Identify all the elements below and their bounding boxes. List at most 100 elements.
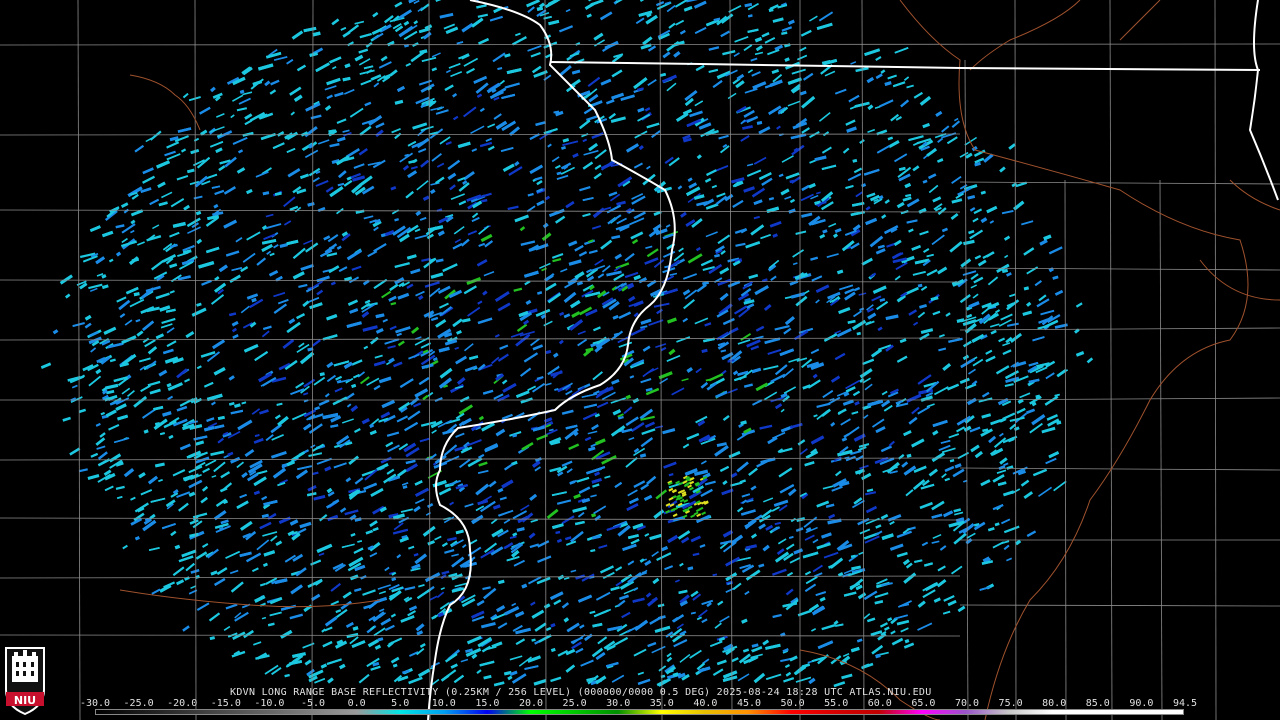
echo-streak: [454, 238, 461, 244]
echo-streak: [316, 543, 333, 553]
echo-streak: [786, 571, 793, 577]
echo-streak: [746, 163, 754, 167]
echo-streak: [844, 291, 856, 301]
echo-streak: [858, 551, 864, 556]
echo-streak: [628, 436, 635, 441]
echo-streak: [261, 513, 269, 518]
echo-streak: [254, 351, 269, 362]
echo-streak: [253, 490, 260, 495]
echo-streak: [722, 529, 734, 538]
echo-streak: [651, 550, 659, 557]
echo-streak: [866, 77, 874, 84]
echo-streak: [680, 536, 690, 544]
echo-streak: [527, 45, 542, 52]
echo-streak: [303, 378, 316, 388]
echo-streak: [478, 37, 490, 45]
echo-streak: [483, 674, 492, 680]
echo-streak: [708, 68, 719, 74]
echo-streak: [576, 281, 583, 286]
echo-streak: [390, 656, 400, 664]
echo-streak: [550, 676, 562, 683]
echo-streak: [722, 50, 736, 56]
echo-streak: [625, 416, 639, 427]
echo-streak: [593, 172, 602, 180]
echo-streak: [211, 339, 226, 350]
echo-streak: [965, 152, 973, 159]
echo-streak: [303, 26, 317, 33]
echo-streak: [456, 377, 466, 385]
echo-streak: [182, 625, 190, 632]
echo-streak: [859, 528, 871, 535]
echo-streak: [373, 226, 379, 232]
echo-streak: [633, 274, 641, 281]
echo-streak: [761, 278, 768, 283]
echo-streak: [541, 267, 547, 272]
echo-streak: [894, 275, 901, 281]
echo-streak: [772, 233, 778, 238]
echo-streak: [932, 534, 942, 539]
echo-streak: [823, 551, 839, 559]
echo-streak: [149, 198, 160, 206]
echo-streak: [504, 606, 520, 616]
echo-streak: [941, 473, 947, 479]
echo-streak: [343, 180, 353, 187]
echo-streak: [561, 409, 574, 415]
echo-streak: [454, 385, 464, 390]
echo-streak: [69, 447, 81, 456]
echo-streak: [475, 82, 489, 94]
echo-streak: [570, 300, 581, 309]
echo-streak: [84, 322, 92, 329]
echo-streak: [123, 468, 135, 478]
echo-streak: [497, 353, 509, 362]
echo-streak: [344, 63, 351, 69]
echo-streak: [369, 430, 377, 436]
echo-streak: [572, 153, 579, 158]
echo-streak: [286, 58, 294, 65]
echo-streak: [574, 244, 584, 252]
echo-streak: [418, 148, 427, 153]
echo-streak: [718, 134, 729, 140]
echo-streak: [536, 200, 545, 207]
echo-streak: [351, 640, 366, 648]
echo-streak: [845, 184, 854, 190]
echo-streak: [545, 626, 552, 631]
echo-streak: [679, 562, 684, 567]
echo-streak: [324, 392, 330, 398]
echo-streak: [222, 482, 233, 491]
echo-streak: [822, 389, 834, 398]
echo-streak: [815, 191, 821, 195]
echo-streak: [64, 293, 71, 299]
echo-streak: [822, 229, 828, 234]
echo-streak: [862, 358, 875, 366]
echo-streak: [1016, 407, 1026, 414]
echo-streak: [618, 594, 630, 601]
echo-streak: [282, 338, 295, 349]
echo-streak: [455, 432, 465, 438]
echo-streak: [350, 533, 356, 537]
echo-streak: [210, 570, 218, 576]
echo-streak: [770, 275, 777, 282]
echo-streak: [769, 220, 782, 228]
echo-streak: [547, 292, 562, 304]
echo-streak: [617, 415, 624, 420]
echo-streak: [846, 126, 857, 133]
echo-streak: [743, 44, 753, 52]
echo-streak: [438, 302, 449, 309]
echo-streak: [475, 483, 490, 496]
echo-streak: [561, 515, 575, 525]
echo-streak: [394, 262, 410, 268]
echo-streak: [211, 185, 221, 189]
echo-streak: [239, 493, 247, 499]
echo-streak: [148, 547, 160, 551]
echo-streak: [259, 409, 269, 415]
echo-streak: [488, 480, 497, 488]
echo-streak: [577, 330, 586, 335]
echo-streak: [810, 435, 825, 445]
echo-streak: [940, 439, 951, 444]
echo-streak: [851, 565, 862, 571]
echo-streak: [558, 25, 574, 33]
echo-streak: [211, 474, 217, 478]
echo-streak: [919, 304, 927, 309]
echo-streak: [295, 469, 309, 480]
echo-streak: [840, 418, 851, 426]
